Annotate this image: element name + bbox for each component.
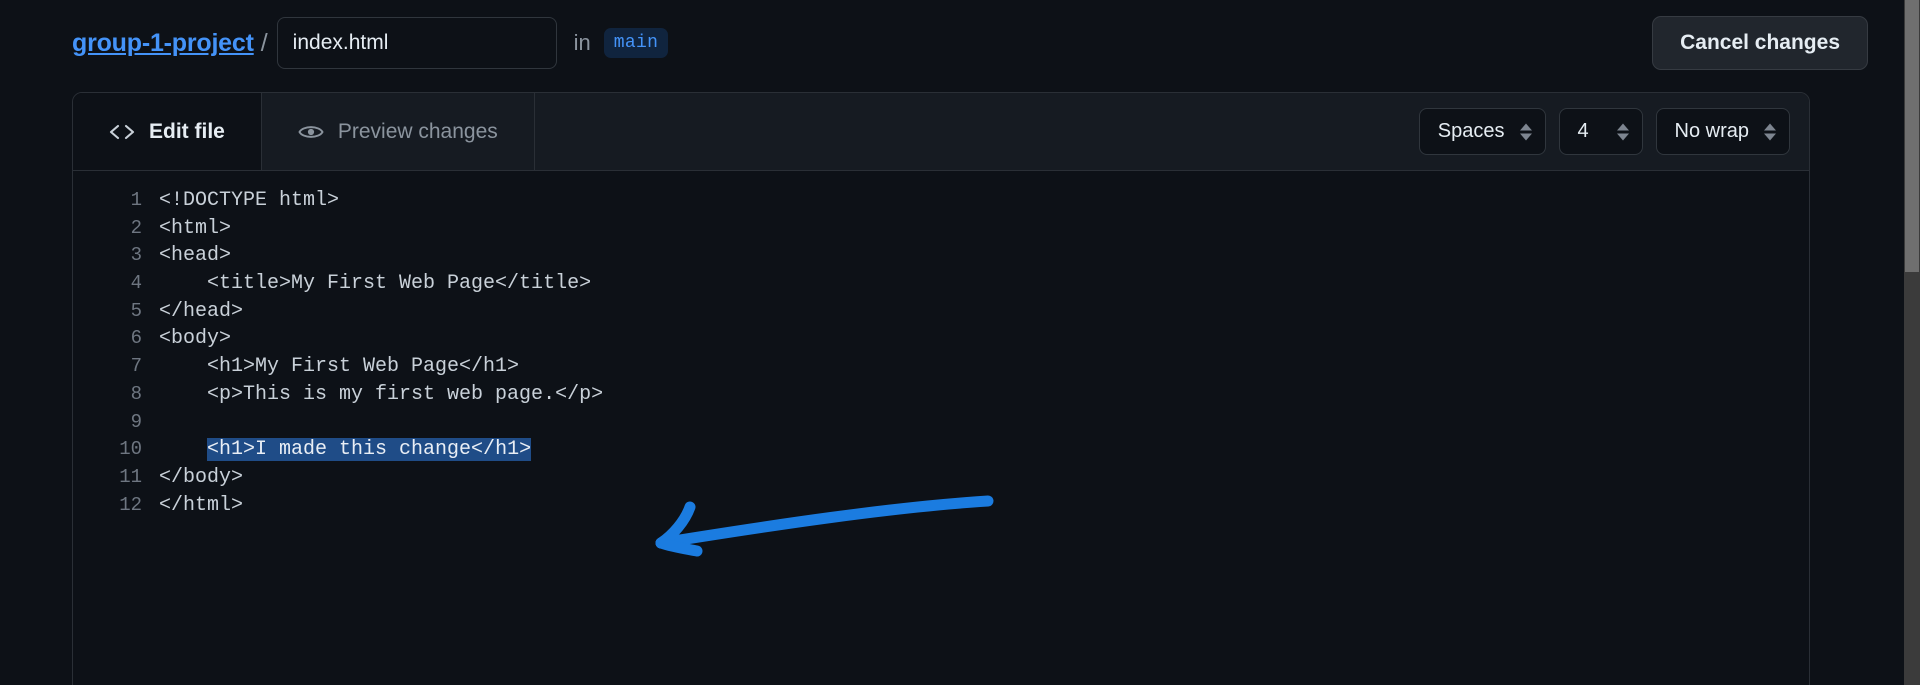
line-number: 3: [130, 244, 142, 267]
breadcrumb-separator: /: [260, 28, 268, 57]
code-line: 6 <body>: [73, 325, 1809, 353]
wrap-mode-select[interactable]: No wrap: [1655, 108, 1790, 155]
line-content: <title>My First Web Page</title>: [159, 272, 592, 296]
line-content: </html>: [159, 493, 244, 517]
code-line: 11 </body>: [73, 464, 1809, 492]
indent-size-value: 4: [1577, 120, 1589, 142]
line-number: 8: [130, 382, 142, 405]
file-editor-header: group-1-project / in main Cancel changes: [0, 0, 1904, 86]
tab-preview-changes[interactable]: Preview changes: [261, 93, 535, 170]
line-number: 1: [130, 189, 142, 211]
line-content: <p>This is my first web page.</p>: [159, 382, 604, 406]
selected-text: <h1>I made this change</h1>: [207, 438, 532, 462]
indent-mode-value: Spaces: [1437, 120, 1505, 142]
wrap-mode-value: No wrap: [1674, 120, 1749, 142]
repository-link[interactable]: group-1-project: [72, 29, 254, 58]
editor-panel: Edit file Preview changes Spaces 4 No wr…: [72, 92, 1810, 685]
code-line: 7 <h1>My First Web Page</h1>: [73, 353, 1809, 381]
tab-preview-changes-label: Preview changes: [337, 119, 498, 143]
editor-tabbar: Edit file Preview changes Spaces 4 No wr…: [73, 93, 1809, 171]
line-content: <head>: [159, 244, 232, 268]
cancel-changes-button[interactable]: Cancel changes: [1652, 16, 1868, 70]
line-content: </body>: [159, 465, 244, 489]
chevron-updown-icon: [1616, 123, 1629, 140]
code-line: 2 <html>: [73, 215, 1809, 243]
page-scrollbar-thumb[interactable]: [1905, 0, 1919, 272]
branch-badge[interactable]: main: [603, 28, 669, 58]
page-scrollbar[interactable]: [1904, 0, 1920, 685]
chevron-updown-icon: [1519, 123, 1532, 140]
in-label: in: [573, 30, 591, 55]
code-line: 12 </html>: [73, 492, 1809, 520]
line-number: 9: [130, 410, 142, 433]
line-number: 2: [130, 216, 142, 239]
code-line: 8 <p>This is my first web page.</p>: [73, 381, 1809, 409]
line-number: 6: [130, 327, 142, 350]
filename-input[interactable]: [276, 17, 557, 69]
code-line: 4 <title>My First Web Page</title>: [73, 270, 1809, 298]
line-number: 4: [130, 272, 142, 295]
code-line: 1 <!DOCTYPE html>: [73, 187, 1809, 215]
line-content: <body>: [159, 327, 232, 351]
tab-edit-file[interactable]: Edit file: [73, 93, 262, 170]
indent-mode-select[interactable]: Spaces: [1418, 108, 1546, 155]
code-line: 9: [73, 409, 1809, 437]
code-line: 3 <head>: [73, 242, 1809, 270]
line-number: 7: [130, 355, 142, 378]
line-number: 5: [130, 299, 142, 322]
line-content: </head>: [159, 299, 244, 323]
chevron-updown-icon: [1764, 123, 1776, 140]
line-content: <html>: [159, 216, 232, 240]
code-line: 10 <h1>I made this change</h1>: [73, 436, 1809, 464]
tab-edit-file-label: Edit file: [149, 119, 225, 143]
eye-icon: [298, 122, 324, 142]
editor-toolbar: Spaces 4 No wrap: [534, 93, 1809, 170]
indent-size-select[interactable]: 4: [1558, 108, 1643, 155]
line-number: 10: [119, 438, 142, 461]
line-number: 11: [119, 465, 142, 488]
line-content: <h1>I made this change</h1>: [159, 436, 532, 464]
code-brackets-icon: [109, 122, 135, 142]
line-content: <h1>My First Web Page</h1>: [159, 355, 520, 379]
line-number: 12: [119, 493, 142, 516]
line-content: <!DOCTYPE html>: [159, 189, 340, 212]
code-line: 5 </head>: [73, 298, 1809, 326]
code-editor[interactable]: 1 <!DOCTYPE html> 2 <html> 3 <head> 4 <title>M…: [73, 171, 1809, 685]
